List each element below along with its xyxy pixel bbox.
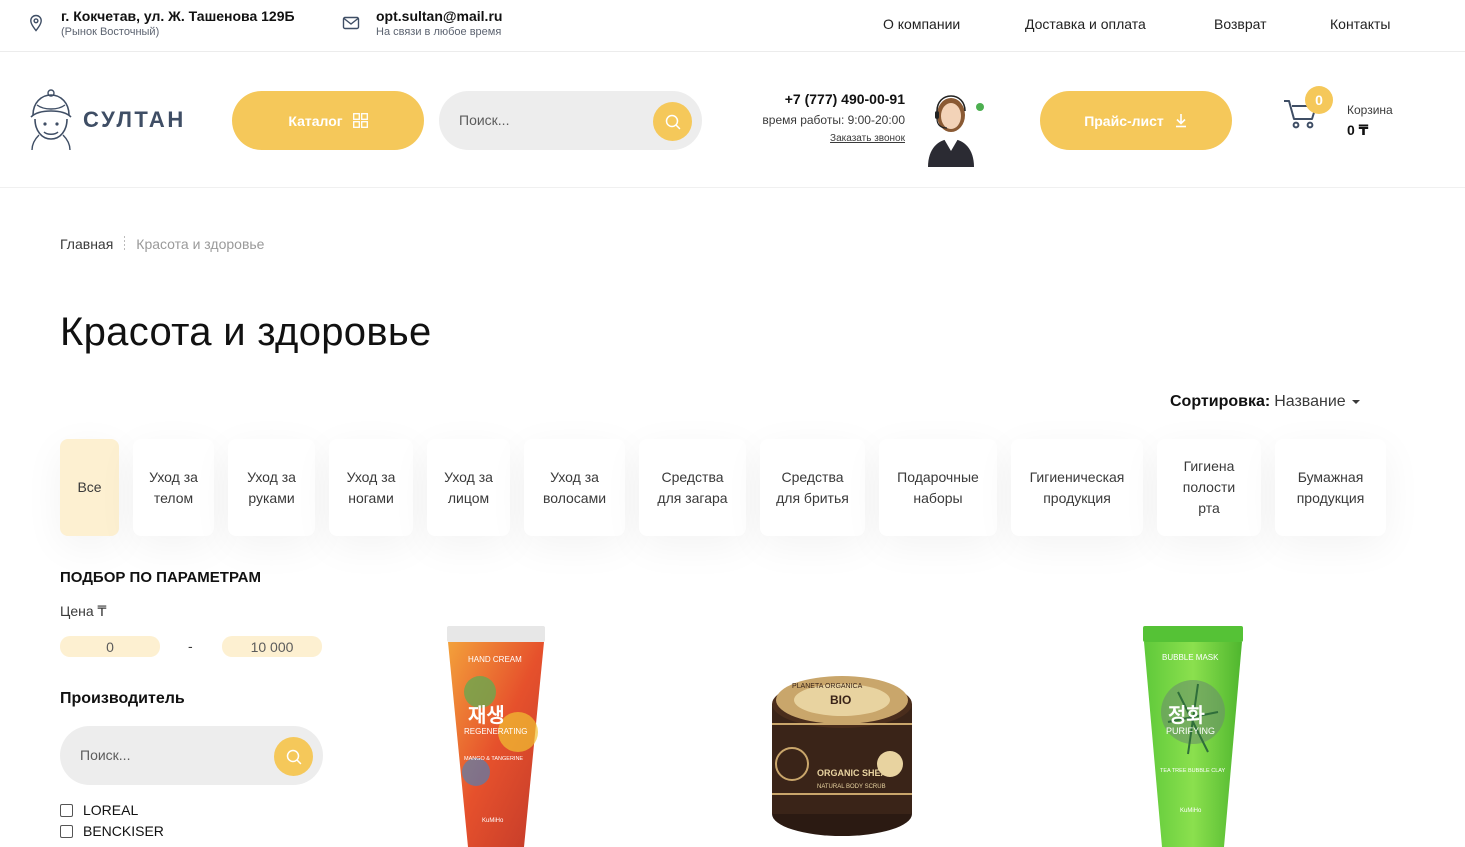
category-hand-care[interactable]: Уход за руками: [228, 439, 315, 536]
product-text-sub: PURIFYING: [1166, 726, 1215, 736]
header-search[interactable]: Поиск...: [439, 91, 702, 150]
category-hygiene[interactable]: Гигиеническая продукция: [1011, 439, 1143, 536]
category-all[interactable]: Все: [60, 439, 119, 536]
logo-text: СУЛТАН: [83, 107, 186, 132]
price-dash: -: [188, 638, 193, 654]
nav-returns[interactable]: Возврат: [1214, 16, 1267, 32]
price-min-input[interactable]: 0: [60, 636, 160, 657]
product-text-main: 정화: [1168, 703, 1205, 727]
brand-option-benckiser[interactable]: BENCKISER: [60, 823, 164, 839]
callback-link[interactable]: Заказать звонок: [762, 133, 905, 144]
breadcrumb-home[interactable]: Главная: [60, 236, 113, 252]
product-label-top: PLANETA ORGANICA: [792, 683, 863, 690]
brand-option-loreal[interactable]: LOREAL: [60, 802, 138, 818]
pricelist-button[interactable]: Прайс-лист: [1040, 91, 1232, 150]
category-tanning[interactable]: Средства для загара: [639, 439, 746, 536]
address-text: г. Кокчетав, ул. Ж. Ташенова 129Б: [61, 8, 295, 24]
price-max-input[interactable]: 10 000: [222, 636, 322, 657]
product-text-main: ORGANIC SHEA: [817, 768, 888, 778]
email-subtext: На связи в любое время: [376, 26, 502, 38]
product-text-sub: NATURAL BODY SCRUB: [817, 784, 886, 790]
sort-dropdown[interactable]: Сортировка: Название: [1170, 393, 1360, 411]
search-button[interactable]: [653, 102, 692, 141]
grid-icon: [352, 113, 368, 128]
manufacturer-search-button[interactable]: [274, 737, 313, 776]
product-label-top: BUBBLE MASK: [1162, 653, 1219, 662]
brand-label: BENCKISER: [83, 823, 164, 839]
breadcrumb-separator: [124, 236, 126, 252]
sultan-logo-icon: [30, 89, 72, 151]
download-icon: [1175, 114, 1186, 128]
catalog-button[interactable]: Каталог: [232, 91, 424, 150]
product-brand: KuMiHo: [1180, 808, 1202, 814]
product-label-top: HAND CREAM: [468, 655, 522, 664]
page-title: Красота и здоровье: [60, 310, 432, 354]
product-image-body-scrub[interactable]: BIO PLANETA ORGANICA ORGANIC SHEA NATURA…: [762, 664, 922, 844]
phone-number[interactable]: +7 (777) 490-00-91: [762, 90, 905, 108]
category-tabs: Все Уход за телом Уход за руками Уход за…: [60, 439, 1386, 536]
category-paper-products[interactable]: Бумажная продукция: [1275, 439, 1386, 536]
operator-avatar: [928, 95, 974, 167]
brand-checkbox[interactable]: [60, 803, 73, 817]
brand-checkbox[interactable]: [60, 824, 73, 838]
product-label-bottom: TEA TREE BUBBLE CLAY: [1160, 768, 1226, 774]
product-image-bubble-mask[interactable]: BUBBLE MASK 정화 PURIFYING TEA TREE BUBBLE…: [1138, 622, 1248, 847]
cart-count-badge: 0: [1305, 86, 1333, 114]
top-bar: г. Кокчетав, ул. Ж. Ташенова 129Б (Рынок…: [0, 0, 1465, 52]
product-image-hand-cream[interactable]: HAND CREAM 재생 REGENERATING MANGO & TANGE…: [440, 622, 550, 847]
product-badge: BIO: [830, 693, 851, 707]
breadcrumb-current: Красота и здоровье: [136, 236, 265, 252]
nav-contacts[interactable]: Контакты: [1330, 16, 1390, 32]
category-oral-hygiene[interactable]: Гигиена полости рта: [1157, 439, 1261, 536]
category-gift-sets[interactable]: Подарочные наборы: [879, 439, 997, 536]
category-shaving[interactable]: Средства для бритья: [760, 439, 865, 536]
brand-label: LOREAL: [83, 802, 139, 818]
manufacturer-search-input[interactable]: Поиск...: [80, 747, 130, 763]
category-foot-care[interactable]: Уход за ногами: [329, 439, 413, 536]
search-icon: [665, 114, 680, 129]
sort-label: Сортировка:: [1170, 393, 1271, 410]
mail-icon: [342, 16, 360, 30]
nav-delivery[interactable]: Доставка и оплата: [1025, 16, 1146, 32]
email-block: opt.sultan@mail.ru На связи в любое врем…: [342, 8, 502, 39]
catalog-button-label: Каталог: [288, 112, 343, 129]
category-body-care[interactable]: Уход за телом: [133, 439, 214, 536]
address-block: г. Кокчетав, ул. Ж. Ташенова 129Б (Рынок…: [27, 8, 295, 39]
manufacturer-search[interactable]: Поиск...: [60, 726, 323, 785]
breadcrumb: Главная Красота и здоровье: [60, 236, 264, 252]
category-face-care[interactable]: Уход за лицом: [427, 439, 510, 536]
phone-block: +7 (777) 490-00-91 время работы: 9:00-20…: [762, 90, 905, 144]
cart-total: 0 ₸: [1347, 122, 1369, 138]
cart-label: Корзина: [1347, 103, 1393, 117]
search-input[interactable]: Поиск...: [459, 112, 509, 128]
pricelist-button-label: Прайс-лист: [1084, 112, 1164, 129]
sort-value[interactable]: Название: [1274, 393, 1346, 411]
product-label-bottom: MANGO & TANGERINE: [464, 756, 523, 762]
logo[interactable]: СУЛТАН: [25, 87, 186, 153]
email-link[interactable]: opt.sultan@mail.ru: [376, 8, 502, 25]
category-hair-care[interactable]: Уход за волосами: [524, 439, 625, 536]
product-text-sub: REGENERATING: [464, 727, 527, 736]
address-subtext: (Рынок Восточный): [61, 26, 160, 38]
search-icon: [286, 749, 301, 764]
nav-about[interactable]: О компании: [883, 16, 960, 32]
manufacturer-title: Производитель: [60, 690, 185, 707]
product-text-main: 재생: [468, 703, 505, 727]
filter-title: ПОДБОР ПО ПАРАМЕТРАМ: [60, 569, 261, 586]
price-label: Цена ₸: [60, 603, 107, 619]
location-pin-icon: [30, 14, 42, 32]
online-status-dot: [976, 103, 984, 111]
caret-down-icon: [1351, 400, 1360, 404]
product-brand: KuMiHo: [482, 818, 504, 824]
work-hours: время работы: 9:00-20:00: [762, 113, 905, 127]
main-header: СУЛТАН Каталог Поиск... +7 (777) 490-00-…: [0, 53, 1465, 188]
